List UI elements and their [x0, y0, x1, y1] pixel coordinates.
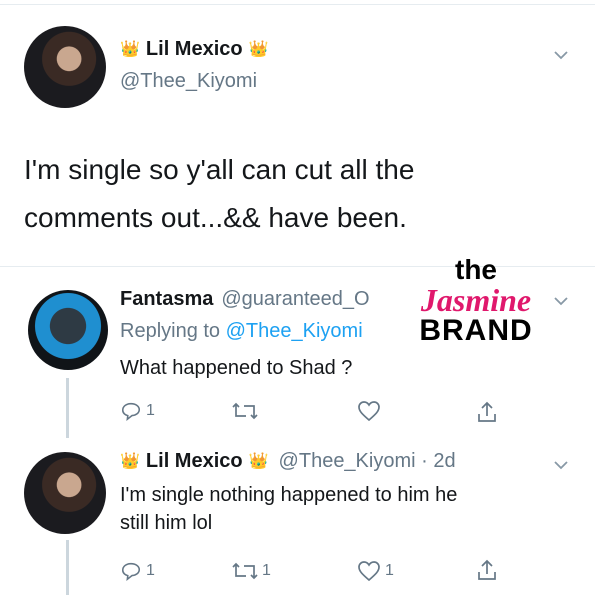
crown-icon: 👑 — [120, 40, 140, 58]
reply-icon — [121, 562, 141, 582]
watermark: the Jasmine BRAND — [398, 256, 554, 346]
retweet-count: 1 — [262, 562, 271, 579]
display-name[interactable]: Lil Mexico — [146, 38, 243, 61]
crown-icon: 👑 — [248, 40, 269, 58]
like-button[interactable]: 1 — [357, 560, 394, 582]
reply-icon — [121, 402, 141, 422]
top-divider — [0, 4, 595, 5]
chevron-down-icon[interactable] — [552, 46, 570, 64]
crown-icon: 👑 — [120, 452, 140, 470]
replying-to: Replying to @Thee_Kiyomi — [120, 320, 363, 343]
reply-count: 1 — [146, 562, 155, 579]
avatar[interactable] — [24, 26, 106, 108]
chevron-down-icon[interactable] — [552, 292, 570, 310]
tweet-text: I'm single so y'all can cut all the — [24, 154, 415, 185]
display-name[interactable]: Fantasma — [120, 288, 213, 311]
reply-text: still him lol — [120, 512, 213, 534]
chevron-down-icon[interactable] — [552, 456, 570, 474]
handle-time[interactable]: @Thee_Kiyomi · 2d — [279, 450, 456, 473]
reply-button[interactable]: 1 — [120, 560, 155, 582]
tweet-text: comments out...&& have been. — [24, 202, 407, 233]
share-icon[interactable] — [476, 400, 498, 424]
retweet-button[interactable] — [232, 400, 262, 422]
reply-button[interactable]: 1 — [120, 400, 155, 422]
heart-icon — [358, 561, 380, 582]
watermark-line1: the — [455, 254, 497, 285]
display-name[interactable]: Lil Mexico — [146, 450, 243, 473]
reply-text: What happened to Shad ? — [120, 357, 353, 379]
watermark-line3: BRAND — [419, 314, 533, 347]
handle[interactable]: @Thee_Kiyomi — [120, 70, 257, 93]
retweet-button[interactable]: 1 — [232, 560, 271, 582]
retweet-icon — [232, 402, 258, 420]
reply-text: I'm single nothing happened to him he — [120, 484, 458, 506]
crown-icon: 👑 — [248, 452, 269, 470]
reply-count: 1 — [146, 402, 155, 419]
handle[interactable]: @guaranteed_O — [221, 288, 369, 311]
like-count: 1 — [385, 562, 394, 579]
thread-line — [66, 540, 69, 595]
thread-line — [66, 378, 69, 438]
avatar[interactable] — [28, 290, 108, 370]
heart-icon — [358, 401, 380, 422]
retweet-icon — [232, 562, 258, 580]
main-tweet-header: 👑 Lil Mexico 👑 — [120, 38, 269, 61]
avatar[interactable] — [24, 452, 106, 534]
reply-header: Fantasma @guaranteed_O — [120, 288, 370, 311]
replying-mention[interactable]: @Thee_Kiyomi — [226, 320, 363, 342]
replying-prefix: Replying to — [120, 320, 226, 342]
share-icon[interactable] — [476, 558, 498, 582]
reply-header: 👑 Lil Mexico 👑 @Thee_Kiyomi · 2d — [120, 450, 456, 473]
like-button[interactable] — [357, 400, 385, 422]
watermark-line2: Jasmine — [420, 282, 532, 318]
